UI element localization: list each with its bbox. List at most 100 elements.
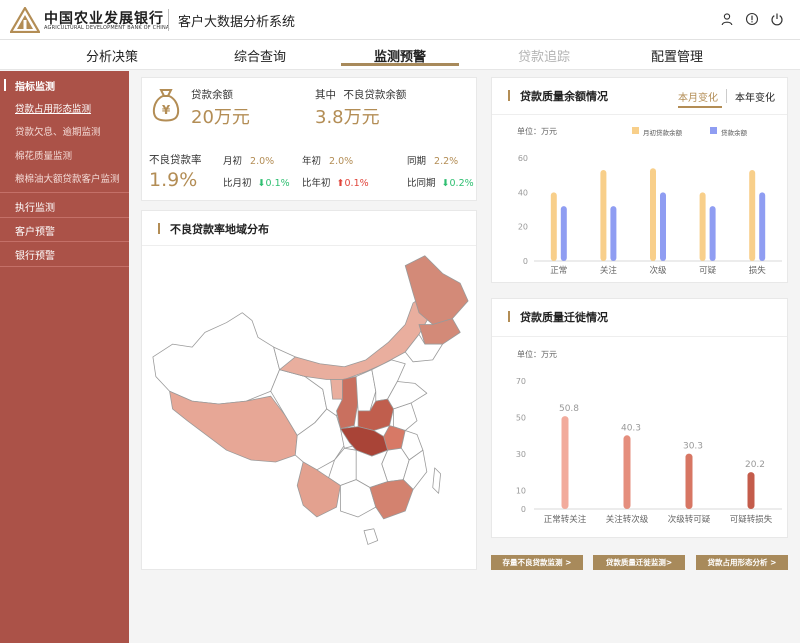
x-tick-label: 关注转次级 bbox=[606, 514, 649, 525]
sidebar-divider bbox=[0, 217, 129, 218]
npl-rate-value: 1.9% bbox=[149, 169, 198, 191]
app-header: 中国农业发展银行 AGRICULTURAL DEVELOPMENT BANK O… bbox=[0, 0, 800, 40]
region-xinjiang bbox=[152, 312, 280, 405]
y-tick-label: 50 bbox=[516, 414, 526, 423]
system-title: 客户大数据分析系统 bbox=[178, 15, 296, 30]
loan-quality-migration-card: 贷款质量迁徙情况 单位：万元 0 10 30 50 70 50.8 正常转关注 40.3 关注转… bbox=[491, 298, 788, 538]
bar-month-start bbox=[550, 192, 557, 261]
y-tick-label: 20 bbox=[518, 223, 528, 232]
sidebar-group-title[interactable]: 指标监测 bbox=[15, 78, 55, 93]
tab-year-change[interactable]: 本年变化 bbox=[735, 89, 775, 104]
region-taiwan bbox=[432, 467, 441, 494]
data-label: 50.8 bbox=[559, 404, 579, 414]
card-title-marker bbox=[158, 223, 160, 234]
data-label: 20.2 bbox=[745, 460, 765, 470]
y-tick-label: 70 bbox=[516, 377, 526, 386]
y-tick-label: 0 bbox=[523, 257, 528, 266]
month-start-stat: 月初 2.0% bbox=[223, 153, 274, 167]
occupation-analysis-button[interactable]: 贷款占用形态分析 > bbox=[696, 555, 788, 570]
tab-month-change[interactable]: 本月变化 bbox=[678, 89, 718, 104]
svg-text:¥: ¥ bbox=[162, 103, 171, 117]
chart2-title: 贷款质量迁徙情况 bbox=[520, 311, 608, 324]
year-start-stat: 年初 2.0% bbox=[302, 153, 353, 167]
y-tick-label: 40 bbox=[518, 188, 528, 197]
card-divider bbox=[492, 114, 787, 115]
bar-balance bbox=[709, 206, 716, 261]
bar-balance bbox=[759, 192, 766, 261]
bar-migration bbox=[561, 416, 569, 509]
brand-divider bbox=[168, 9, 169, 31]
card-divider bbox=[142, 245, 476, 246]
vs-month-value: 0.1% bbox=[265, 178, 290, 189]
sidebar: 指标监测 贷款占用形态监测 贷款欠息、逾期监测 棉花质量监测 粮棉油大额贷款客户… bbox=[0, 71, 129, 643]
tab-active-indicator bbox=[678, 106, 722, 108]
nav-tab-analysis[interactable]: 分析决策 bbox=[52, 46, 172, 65]
vs-year-value: 0.1% bbox=[344, 178, 369, 189]
npl-balance-prefix: 其中 bbox=[315, 89, 336, 101]
sidebar-link-execution[interactable]: 执行监测 bbox=[15, 199, 55, 214]
quality-migration-monitor-button[interactable]: 贷款质量迁徙监测> bbox=[593, 555, 685, 570]
chart1-plot: 0 20 40 60 正常 关注 次级 可疑 损失 bbox=[518, 154, 782, 276]
x-tick-label: 可疑 bbox=[699, 265, 717, 276]
money-bag-icon: ¥ bbox=[152, 89, 180, 122]
sidebar-link-customer-alert[interactable]: 客户预警 bbox=[15, 223, 55, 238]
nav-tab-query[interactable]: 综合查询 bbox=[200, 46, 320, 65]
chart1-unit-label: 单位：万元 bbox=[517, 127, 557, 136]
loan-quality-balance-card: 贷款质量余额情况 本月变化 本年变化 单位：万元 月初贷款余额 贷款余额 0 20… bbox=[491, 77, 788, 283]
npl-stock-monitor-button[interactable]: 存量不良贷款监测 > bbox=[491, 555, 583, 570]
sidebar-item-overdue[interactable]: 贷款欠息、逾期监测 bbox=[15, 124, 101, 138]
tab-divider bbox=[726, 89, 727, 103]
y-tick-label: 0 bbox=[521, 505, 526, 514]
sidebar-link-bank-alert[interactable]: 银行预警 bbox=[15, 247, 55, 262]
arrow-down-icon: ⬇ bbox=[257, 178, 266, 189]
bar-migration bbox=[747, 472, 755, 509]
vs-month-stat: 比月初 ⬇0.1% bbox=[223, 175, 290, 189]
sidebar-group-marker bbox=[4, 79, 6, 91]
china-map[interactable] bbox=[148, 251, 472, 561]
arrow-up-icon: ⬆ bbox=[336, 178, 345, 189]
power-icon[interactable] bbox=[770, 12, 784, 26]
sidebar-divider bbox=[0, 192, 129, 193]
bar-balance bbox=[560, 206, 567, 261]
bar-month-start bbox=[600, 170, 607, 261]
loan-summary-card: ¥ 贷款余额 20万元 其中 不良贷款余额 3.8万元 不良贷款率 1.9% 月… bbox=[141, 77, 477, 201]
sidebar-item-cotton[interactable]: 棉花质量监测 bbox=[15, 148, 72, 162]
data-label: 30.3 bbox=[683, 442, 703, 452]
chart2-plot: 0 10 30 50 70 50.8 正常转关注 40.3 关注转次级 30.3 次级转可疑 20.2… bbox=[516, 377, 782, 525]
vs-same-stat: 比同期 ⬇0.2% bbox=[407, 175, 474, 189]
nav-tab-config[interactable]: 配置管理 bbox=[617, 46, 737, 65]
month-start-label: 月初 bbox=[223, 156, 243, 167]
card-title-marker bbox=[508, 90, 510, 101]
x-tick-label: 次级转可疑 bbox=[668, 514, 711, 525]
year-start-value: 2.0% bbox=[329, 156, 354, 167]
sidebar-item-large-loans[interactable]: 粮棉油大额贷款客户监测 bbox=[15, 171, 120, 185]
sidebar-item-occupation[interactable]: 贷款占用形态监测 bbox=[15, 101, 91, 115]
year-start-label: 年初 bbox=[302, 156, 322, 167]
y-tick-label: 10 bbox=[516, 487, 526, 496]
month-start-value: 2.0% bbox=[250, 156, 275, 167]
legend-swatch-balance bbox=[710, 127, 717, 134]
bank-logo-icon bbox=[10, 7, 40, 33]
npl-balance-heading: 其中 不良贷款余额 bbox=[315, 87, 406, 102]
map-title: 不良贷款率地域分布 bbox=[170, 223, 269, 236]
vs-year-stat: 比年初 ⬆0.1% bbox=[302, 175, 369, 189]
chart2-unit-label: 单位：万元 bbox=[517, 350, 557, 359]
data-label: 40.3 bbox=[621, 423, 641, 433]
user-icon[interactable] bbox=[720, 12, 734, 26]
bar-migration bbox=[623, 435, 631, 509]
card-title-marker bbox=[508, 311, 510, 322]
bar-balance bbox=[660, 192, 666, 261]
vs-same-value: 0.2% bbox=[449, 178, 474, 189]
sidebar-divider bbox=[0, 241, 129, 242]
info-icon[interactable] bbox=[745, 12, 759, 26]
npl-rate-label: 不良贷款率 bbox=[149, 154, 202, 166]
loan-balance-value: 20万元 bbox=[191, 107, 250, 128]
region-inner-mongolia bbox=[279, 294, 434, 380]
x-tick-label: 可疑转损失 bbox=[730, 514, 773, 525]
same-period-stat: 同期 2.2% bbox=[407, 153, 458, 167]
npl-balance-label: 不良贷款余额 bbox=[343, 89, 407, 101]
bar-month-start bbox=[650, 168, 656, 261]
same-period-label: 同期 bbox=[407, 156, 427, 167]
nav-tab-tracking[interactable]: 贷款追踪 bbox=[484, 46, 604, 65]
bar-migration bbox=[685, 453, 693, 509]
